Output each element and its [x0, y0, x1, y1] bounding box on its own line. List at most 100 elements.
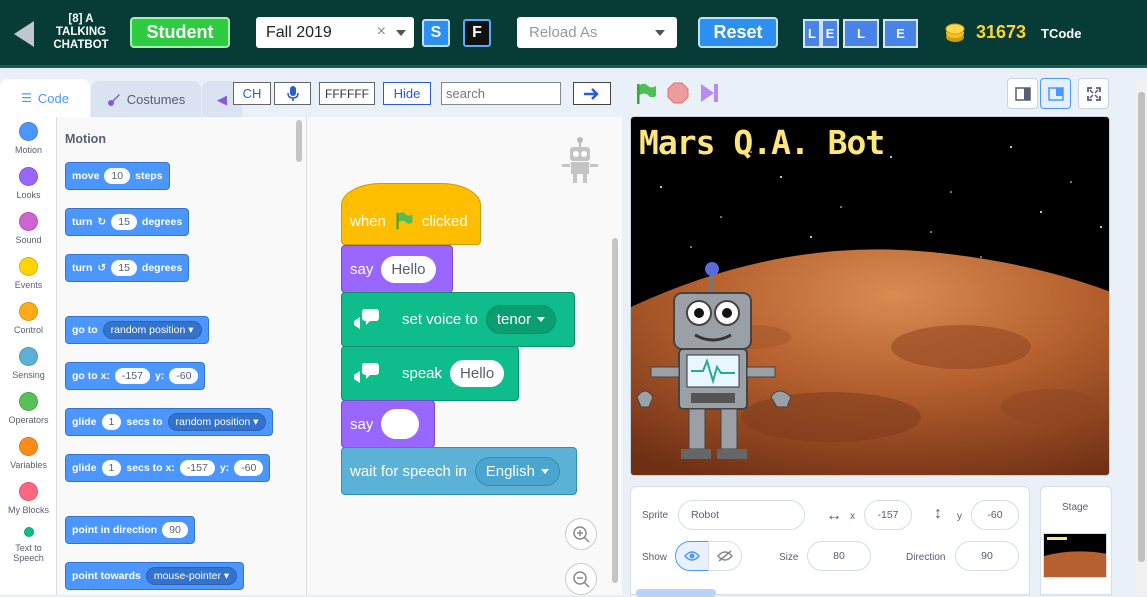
- palette-scrollbar[interactable]: [296, 120, 302, 162]
- block-input[interactable]: -157: [114, 368, 150, 384]
- block-input[interactable]: Hello: [450, 360, 505, 387]
- zoom-out-button[interactable]: [565, 563, 597, 595]
- block-text: when: [350, 212, 386, 230]
- stage-thumbnail[interactable]: [1043, 533, 1107, 578]
- f-button[interactable]: F: [463, 19, 491, 47]
- back-icon[interactable]: [8, 17, 42, 51]
- reset-button[interactable]: Reset: [698, 17, 778, 48]
- show-hidden-button[interactable]: [708, 541, 742, 571]
- small-stage-button[interactable]: [1007, 78, 1038, 109]
- small-stage-icon: [1014, 86, 1031, 101]
- go-to-xy-block[interactable]: go to x: -157 y: -60: [65, 362, 206, 390]
- step-icon[interactable]: [699, 82, 721, 104]
- block-input[interactable]: 90: [162, 522, 188, 538]
- point-direction-block[interactable]: point in direction 90: [65, 516, 195, 544]
- block-dropdown[interactable]: mouse-pointer ▾: [145, 567, 238, 585]
- lele-button-l[interactable]: L: [803, 19, 821, 48]
- category-control[interactable]: Control: [0, 302, 57, 335]
- hide-button[interactable]: Hide: [383, 82, 431, 105]
- category-sensing[interactable]: Sensing: [0, 347, 57, 380]
- color-field[interactable]: FFFFFF: [319, 82, 375, 105]
- block-input[interactable]: Hello: [381, 255, 436, 283]
- lele-button-l[interactable]: L: [843, 19, 879, 48]
- eye-icon: [684, 551, 700, 561]
- zoom-in-button[interactable]: [565, 518, 597, 550]
- speak-block[interactable]: speak Hello: [341, 346, 519, 401]
- tab-costumes[interactable]: Costumes: [91, 81, 201, 118]
- turn-left-block[interactable]: turn ↺ 15 degrees: [65, 254, 190, 282]
- size-input[interactable]: 80: [807, 541, 871, 571]
- block-input[interactable]: -157: [179, 460, 215, 476]
- search-input[interactable]: search: [441, 82, 561, 105]
- block-input[interactable]: 1: [101, 460, 122, 476]
- green-flag-icon[interactable]: [634, 82, 658, 106]
- category-motion[interactable]: Motion: [0, 122, 57, 155]
- clear-icon[interactable]: ×: [377, 23, 386, 41]
- show-visible-button[interactable]: [675, 541, 709, 571]
- block-text: turn: [72, 216, 93, 228]
- move-steps-block[interactable]: move 10 steps: [65, 162, 170, 190]
- sprite-name-input[interactable]: Robot: [678, 500, 805, 530]
- wait-for-speech-block[interactable]: wait for speech in English: [341, 447, 577, 495]
- category-color-dot: [19, 167, 38, 186]
- block-input[interactable]: 1: [101, 414, 122, 430]
- point-towards-block[interactable]: point towards mouse-pointer ▾: [65, 562, 245, 590]
- block-input[interactable]: -60: [169, 368, 199, 384]
- block-dropdown[interactable]: random position ▾: [102, 321, 202, 339]
- y-input[interactable]: -60: [971, 500, 1019, 530]
- block-text: y:: [154, 370, 165, 382]
- direction-input[interactable]: 90: [955, 541, 1019, 571]
- stage-canvas[interactable]: Mars Q.A. Bot: [630, 116, 1110, 476]
- category-label: Text to: [15, 543, 42, 553]
- tab-code[interactable]: ☰ Code: [0, 79, 90, 117]
- category-color-dot: [23, 527, 34, 537]
- page-scrollbar[interactable]: [1136, 80, 1147, 595]
- category-operators[interactable]: Operators: [0, 392, 57, 425]
- reload-as-select[interactable]: Reload As: [517, 17, 677, 48]
- student-button[interactable]: Student: [130, 17, 230, 48]
- lele-button-e[interactable]: E: [883, 19, 918, 48]
- category-my-blocks[interactable]: My Blocks: [0, 482, 57, 515]
- say-block[interactable]: say: [341, 400, 435, 448]
- normal-stage-button[interactable]: [1040, 78, 1071, 109]
- fullscreen-button[interactable]: [1078, 78, 1109, 109]
- turn-right-block[interactable]: turn ↻ 15 degrees: [65, 208, 190, 236]
- voice-dropdown[interactable]: tenor: [485, 305, 557, 334]
- chevron-down-icon[interactable]: [396, 30, 406, 36]
- scrollbar-thumb[interactable]: [1138, 92, 1145, 562]
- block-dropdown[interactable]: random position ▾: [167, 413, 267, 431]
- category-variables[interactable]: Variables: [0, 437, 57, 470]
- chevron-down-icon[interactable]: [655, 30, 665, 36]
- set-voice-block[interactable]: set voice to tenor: [341, 292, 575, 347]
- microphone-button[interactable]: [274, 82, 311, 105]
- category-color-dot: [19, 482, 38, 501]
- category-text-to[interactable]: Text to Speech: [0, 527, 57, 563]
- say-block[interactable]: say Hello: [341, 245, 453, 293]
- block-input[interactable]: -60: [234, 460, 264, 476]
- category-color-dot: [19, 257, 38, 276]
- category-events[interactable]: Events: [0, 257, 57, 290]
- backdrop-thumbnail: [1044, 534, 1106, 577]
- block-text: secs to x:: [126, 462, 175, 474]
- s-button[interactable]: S: [422, 19, 450, 47]
- category-looks[interactable]: Looks: [0, 167, 57, 200]
- glide-random-block[interactable]: glide 1 secs to random position ▾: [65, 408, 274, 436]
- workspace-scrollbar[interactable]: [612, 238, 618, 583]
- go-button[interactable]: [573, 82, 611, 105]
- sprite-list-scroll[interactable]: [636, 589, 716, 597]
- category-sound[interactable]: Sound: [0, 212, 57, 245]
- block-input[interactable]: [381, 409, 420, 439]
- x-input[interactable]: -157: [864, 500, 912, 530]
- block-input[interactable]: 15: [111, 214, 137, 230]
- glide-xy-block[interactable]: glide 1 secs to x: -157 y: -60: [65, 454, 271, 482]
- go-to-block[interactable]: go to random position ▾: [65, 316, 209, 344]
- stop-icon[interactable]: [667, 82, 689, 104]
- block-input[interactable]: 10: [104, 168, 131, 184]
- when-flag-clicked-block[interactable]: when clicked: [341, 183, 481, 245]
- ch-button[interactable]: CH: [233, 82, 271, 105]
- block-input[interactable]: 15: [111, 260, 137, 276]
- lele-button-e[interactable]: E: [821, 19, 839, 48]
- term-select[interactable]: Fall 2019 ×: [256, 17, 414, 48]
- language-dropdown[interactable]: English: [474, 456, 560, 486]
- sprite-label: Sprite: [642, 510, 669, 521]
